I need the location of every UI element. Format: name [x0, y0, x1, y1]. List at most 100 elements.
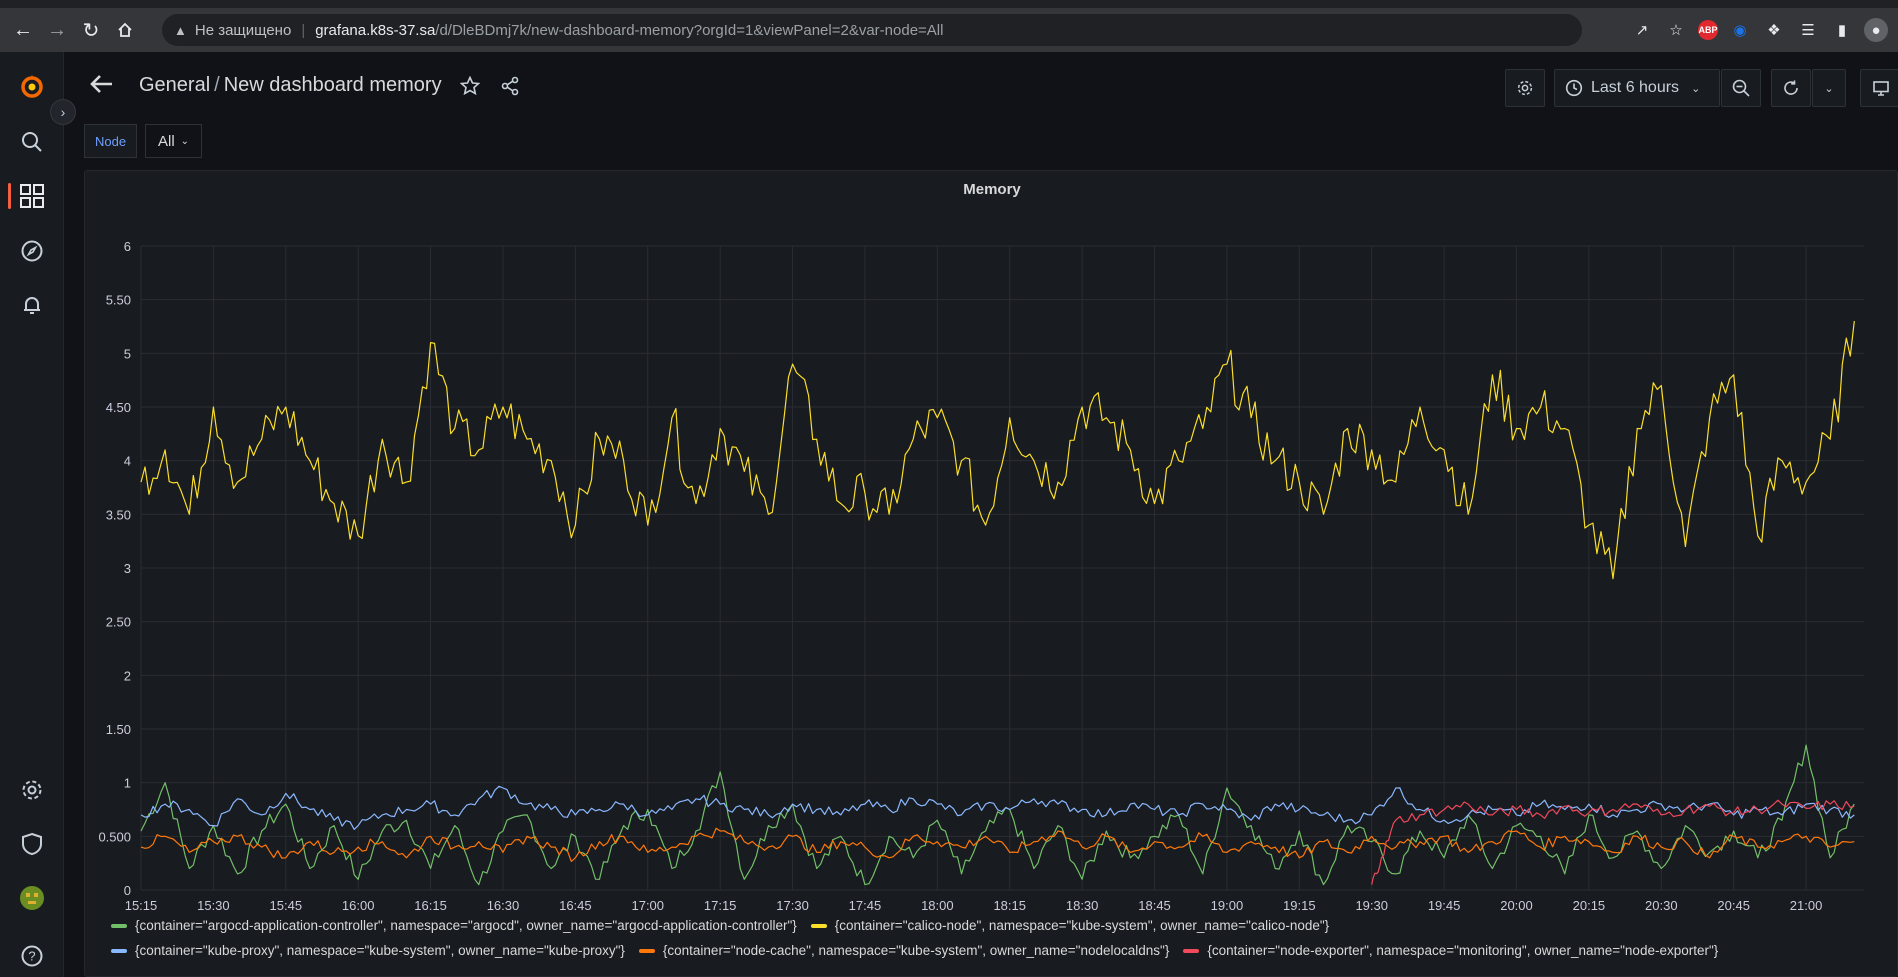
legend-item[interactable]: {container="calico-node", namespace="kub… [810, 918, 1330, 933]
legend-item[interactable]: {container="node-cache", namespace="kube… [638, 943, 1169, 958]
browser-home-icon[interactable] [108, 13, 142, 47]
adblock-extension-icon[interactable]: ABP [1698, 20, 1718, 40]
browser-forward-icon[interactable]: → [40, 13, 74, 47]
browser-tabstrip [0, 0, 1898, 8]
settings-gear-icon [1517, 80, 1533, 96]
y-tick-label: 3.50 [106, 507, 131, 522]
svg-text:?: ? [28, 949, 35, 964]
x-tick-label: 17:00 [631, 898, 664, 911]
browser-reload-icon[interactable]: ↻ [74, 13, 108, 47]
legend-label: {container="calico-node", namespace="kub… [834, 918, 1330, 933]
y-tick-label: 0 [124, 883, 131, 898]
favorite-star-icon[interactable] [459, 75, 481, 96]
extension-icon-blue[interactable]: ◉ [1728, 18, 1752, 42]
x-tick-label: 18:45 [1138, 898, 1171, 911]
node-variable-label: Node [84, 124, 138, 158]
legend-swatch [638, 948, 655, 953]
url-separator: | [301, 21, 306, 39]
x-tick-label: 17:45 [849, 898, 882, 911]
not-secure-label: Не защищено [194, 21, 292, 39]
y-tick-label: 0.500 [98, 829, 131, 844]
y-tick-label: 6 [124, 239, 131, 254]
x-tick-label: 16:15 [414, 898, 447, 911]
tv-mode-button[interactable] [1860, 69, 1898, 107]
media-control-icon[interactable]: ☰ [1796, 18, 1820, 42]
help-icon[interactable]: ? [16, 940, 48, 972]
dashboard-settings-button[interactable] [1505, 69, 1545, 107]
x-tick-label: 16:30 [487, 898, 520, 911]
extensions-area: ↗ ☆ ABP ◉ ❖ ☰ ▮ ● [1630, 8, 1898, 52]
node-variable-select[interactable]: All ⌄ [145, 124, 203, 158]
y-tick-label: 2 [124, 668, 131, 683]
chart-legend: {container="argocd-application-controlle… [111, 913, 1891, 963]
legend-swatch [1183, 948, 1200, 953]
memory-panel: 0 0.500 1 1.50 2 2.50 3 3.50 4 4.50 5 5.50 6 15:15 15:… [84, 170, 1898, 977]
warning-icon: ▲ [174, 22, 187, 38]
series-line [140, 321, 1855, 580]
x-tick-label: 18:15 [993, 898, 1026, 911]
user-avatar[interactable] [16, 882, 48, 914]
dashboards-icon[interactable] [16, 180, 48, 212]
search-icon[interactable] [16, 126, 48, 158]
browser-toolbar: ← → ↻ ▲ Не защищено | grafana.k8s-37.sa /… [0, 8, 1898, 52]
legend-label: {container="node-exporter", namespace="m… [1207, 943, 1719, 958]
zoom-out-button[interactable] [1721, 69, 1761, 107]
dashboard-header: General / New dashboard memory Last 6 hour… [64, 52, 1898, 124]
x-tick-label: 20:00 [1500, 898, 1533, 911]
legend-label: {container="kube-proxy", namespace="kube… [135, 943, 625, 958]
x-tick-label: 20:15 [1573, 898, 1606, 911]
clock-icon [1565, 79, 1583, 97]
refresh-button[interactable] [1771, 69, 1811, 107]
legend-label: {container="argocd-application-controlle… [135, 918, 797, 933]
explore-compass-icon[interactable] [16, 235, 48, 267]
profile-avatar-icon[interactable]: ● [1864, 18, 1888, 42]
legend-item[interactable]: {container="argocd-application-controlle… [111, 918, 797, 933]
configuration-gear-icon[interactable] [16, 774, 48, 806]
grafana-logo-icon[interactable] [16, 70, 48, 102]
refresh-icon [1784, 80, 1798, 95]
page-title[interactable]: New dashboard memory [224, 74, 442, 96]
chevron-down-icon: ⌄ [1691, 82, 1701, 95]
series-line [140, 744, 1855, 886]
panel-title[interactable]: Memory [85, 181, 1898, 198]
x-tick-label: 20:30 [1645, 898, 1678, 911]
sidebar-expand-chevron-icon[interactable]: › [50, 99, 76, 125]
legend-item[interactable]: {container="node-exporter", namespace="m… [1183, 943, 1718, 958]
legend-item[interactable]: {container="kube-proxy", namespace="kube… [111, 943, 625, 958]
x-tick-label: 19:45 [1428, 898, 1461, 911]
x-tick-label: 21:00 [1790, 898, 1823, 911]
x-tick-label: 15:15 [125, 898, 158, 911]
url-path: /d/DleBDmj7k/new-dashboard-memory?orgId=… [435, 21, 944, 39]
x-tick-label: 20:45 [1717, 898, 1750, 911]
legend-row: {container="argocd-application-controlle… [111, 913, 1891, 938]
side-panel-icon[interactable]: ▮ [1830, 18, 1854, 42]
series-line [140, 785, 1855, 830]
legend-row: {container="kube-proxy", namespace="kube… [111, 938, 1891, 963]
extensions-puzzle-icon[interactable]: ❖ [1762, 18, 1786, 42]
alerting-bell-icon[interactable] [16, 289, 48, 321]
bookmark-star-icon[interactable]: ☆ [1664, 18, 1688, 42]
legend-swatch [810, 923, 827, 928]
refresh-interval-dropdown[interactable]: ⌄ [1812, 69, 1846, 107]
share-page-icon[interactable]: ↗ [1630, 18, 1654, 42]
x-tick-label: 15:45 [270, 898, 303, 911]
time-range-picker[interactable]: Last 6 hours ⌄ [1554, 69, 1720, 107]
y-tick-label: 3 [124, 561, 131, 576]
y-tick-label: 4 [124, 454, 131, 469]
active-indicator [8, 183, 11, 209]
back-arrow-icon[interactable] [88, 70, 116, 98]
share-dashboard-icon[interactable] [500, 76, 520, 96]
zoom-out-icon [1732, 79, 1750, 97]
x-tick-label: 15:30 [197, 898, 230, 911]
chevron-down-icon: ⌄ [180, 135, 190, 147]
browser-back-icon[interactable]: ← [6, 13, 40, 47]
server-admin-shield-icon[interactable] [16, 828, 48, 860]
breadcrumb-folder[interactable]: General [139, 74, 210, 96]
x-tick-label: 19:15 [1283, 898, 1316, 911]
url-bar[interactable]: ▲ Не защищено | grafana.k8s-37.sa/d/DleB… [162, 14, 1582, 46]
breadcrumb-separator: / [214, 74, 220, 96]
x-tick-label: 19:30 [1355, 898, 1388, 911]
monitor-icon [1872, 81, 1889, 96]
y-tick-label: 5.50 [106, 293, 131, 308]
time-range-label: Last 6 hours [1591, 79, 1680, 96]
